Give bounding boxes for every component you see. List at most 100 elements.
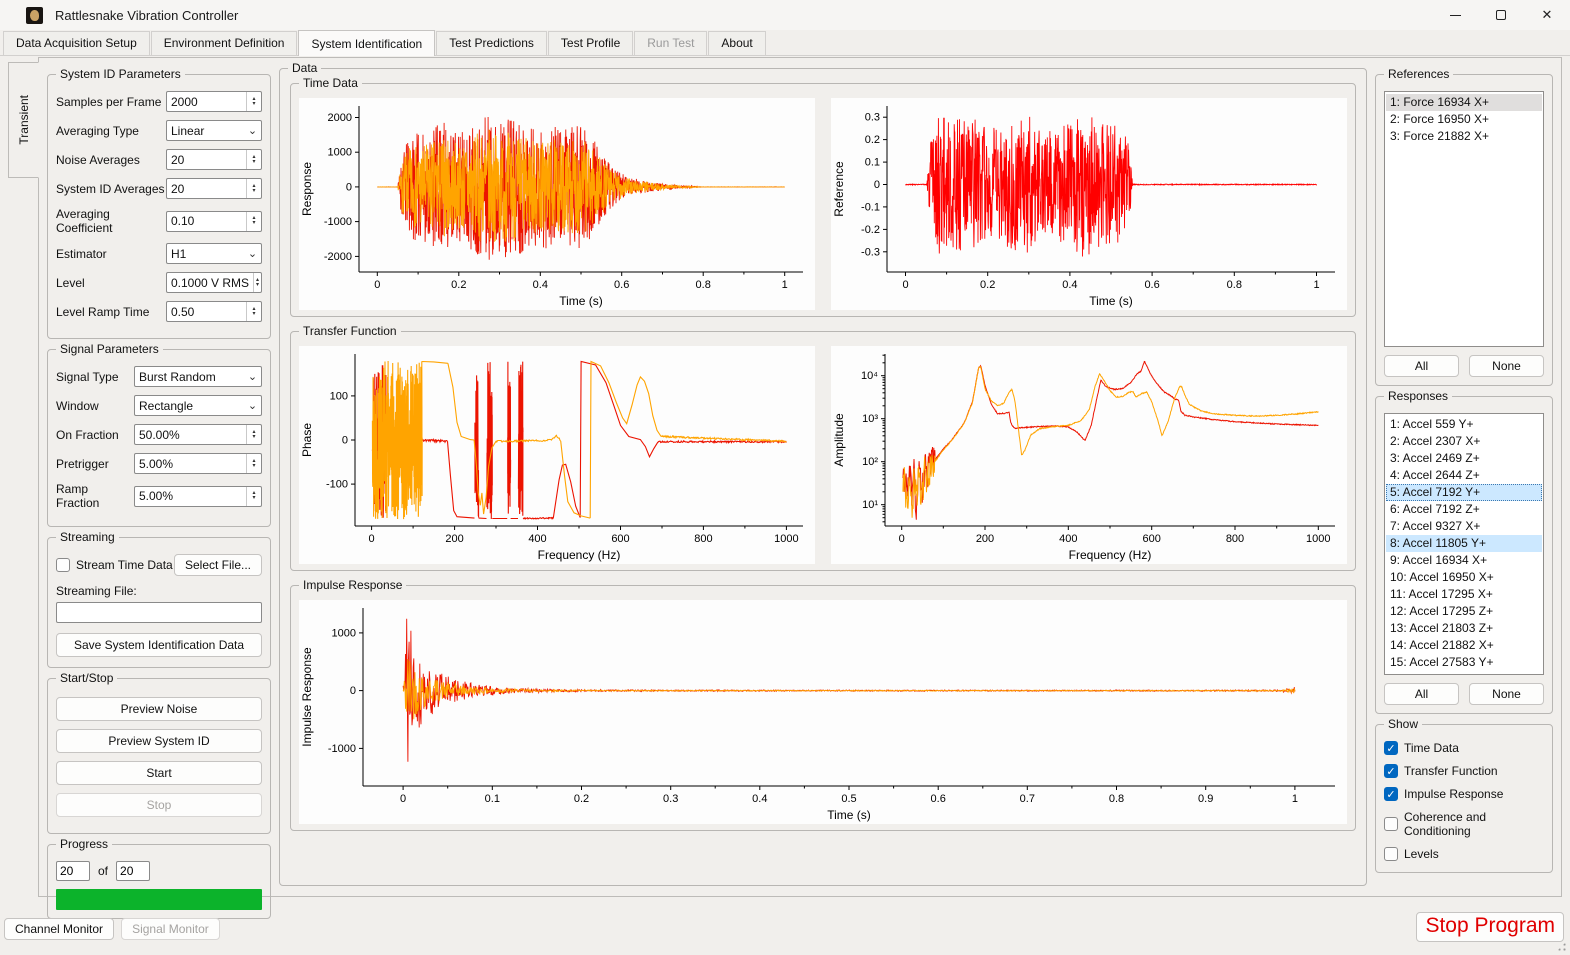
amplitude-chart: 0 200 400 600 800 1000 10¹ 10² 10³ 10⁴ Frequency (… <box>831 346 1347 564</box>
streaming-file-input[interactable] <box>56 602 262 623</box>
group-title: Progress <box>56 837 113 851</box>
response-item[interactable]: 5: Accel 7192 Y+ <box>1386 484 1542 501</box>
stop-program-button[interactable]: Stop Program <box>1416 912 1564 942</box>
spin-up-down-buttons[interactable]: ▴ ▾ <box>246 486 261 506</box>
on-fraction-spinbox[interactable]: 50.00% ▴ ▾ <box>134 424 262 445</box>
spin-up-down-buttons[interactable]: ▴ ▾ <box>246 92 261 111</box>
spin-up-down-buttons[interactable]: ▴ ▾ <box>246 454 261 473</box>
param-label: Averaging Coefficient <box>56 207 113 235</box>
checkbox-label: Levels <box>1404 847 1439 861</box>
svg-text:0: 0 <box>874 179 880 191</box>
responses-all-button[interactable]: All <box>1384 683 1459 705</box>
level-ramp-time-spinbox[interactable]: 0.50 ▴ ▾ <box>166 301 262 322</box>
level-spinbox[interactable]: 0.1000 V RMS ▴ ▾ <box>166 272 262 293</box>
progress-current-input[interactable] <box>56 861 90 881</box>
minimize-button[interactable] <box>1432 0 1478 30</box>
response-item[interactable]: 14: Accel 21882 X+ <box>1386 637 1542 654</box>
response-item[interactable]: 4: Accel 2644 Z+ <box>1386 467 1542 484</box>
channel-monitor-button[interactable]: Channel Monitor <box>4 918 115 940</box>
show-option-transfer-function[interactable]: ✓ Transfer Function <box>1384 764 1544 778</box>
response-item[interactable]: 9: Accel 16934 X+ <box>1386 552 1542 569</box>
field-value: Linear <box>171 123 205 138</box>
signal-monitor-button: Signal Monitor <box>121 918 220 940</box>
svg-text:Time (s): Time (s) <box>827 808 871 822</box>
progress-total-input[interactable] <box>116 861 151 881</box>
show-option-levels[interactable]: Levels <box>1384 847 1544 861</box>
averaging-type-combobox[interactable]: Linear ⌄ <box>166 120 262 141</box>
references-list[interactable]: 1: Force 16934 X+ 2: Force 16950 X+ 3: For… <box>1384 91 1544 347</box>
svg-text:0.7: 0.7 <box>1020 793 1035 805</box>
ramp-fraction-spinbox[interactable]: 5.00% ▴ ▾ <box>134 485 262 507</box>
estimator-combobox[interactable]: H1 ⌄ <box>166 243 262 264</box>
response-item[interactable]: 3: Accel 2469 Z+ <box>1386 450 1542 467</box>
response-item[interactable]: 15: Accel 27583 Y+ <box>1386 654 1542 671</box>
pretrigger-spinbox[interactable]: 5.00% ▴ ▾ <box>134 453 262 474</box>
stream-time-data-checkbox[interactable]: Stream Time Data <box>56 558 173 572</box>
response-item[interactable]: 8: Accel 11805 Y+ <box>1386 535 1542 552</box>
time-data-group: Time Data 0 0.2 0.4 0.6 0.8 1 -2000 -1000 0 1000 2… <box>290 76 1356 317</box>
response-item[interactable]: 11: Accel 17295 X+ <box>1386 586 1542 603</box>
response-item[interactable]: 12: Accel 17295 Z+ <box>1386 603 1542 620</box>
start-button[interactable]: Start <box>56 761 262 785</box>
show-option-time-data[interactable]: ✓ Time Data <box>1384 741 1544 755</box>
response-item[interactable]: 13: Accel 21803 Z+ <box>1386 620 1542 637</box>
maximize-button[interactable] <box>1478 0 1524 30</box>
spin-up-down-buttons[interactable]: ▴ ▾ <box>246 211 261 231</box>
references-all-button[interactable]: All <box>1384 355 1459 377</box>
reference-item[interactable]: 3: Force 21882 X+ <box>1386 128 1542 145</box>
close-button[interactable]: ✕ <box>1524 0 1570 30</box>
preview-system-id-button[interactable]: Preview System ID <box>56 729 262 753</box>
spin-up-down-buttons[interactable]: ▴ ▾ <box>253 273 261 292</box>
phase-chart: 0 200 400 600 800 1000 -100 0 100 Frequency (Hz) P… <box>299 346 815 564</box>
param-label: Samples per Frame <box>56 94 162 109</box>
spin-up-down-buttons[interactable]: ▴ ▾ <box>246 150 261 169</box>
system-id-averages-spinbox[interactable]: 20 ▴ ▾ <box>166 178 262 199</box>
svg-text:Impulse Response: Impulse Response <box>300 647 314 747</box>
param-label: Averaging Type <box>56 123 139 138</box>
signal-type-combobox[interactable]: Burst Random ⌄ <box>134 366 262 387</box>
svg-text:0: 0 <box>369 533 375 545</box>
svg-text:0.2: 0.2 <box>451 279 466 291</box>
svg-text:200: 200 <box>976 533 994 545</box>
response-item[interactable]: 7: Accel 9327 X+ <box>1386 518 1542 535</box>
samples-per-frame-spinbox[interactable]: 2000 ▴ ▾ <box>166 91 262 112</box>
group-title: Streaming <box>56 530 119 544</box>
spin-up-down-buttons[interactable]: ▴ ▾ <box>246 425 261 444</box>
reference-item[interactable]: 2: Force 16950 X+ <box>1386 111 1542 128</box>
response-item[interactable]: 6: Accel 7192 Z+ <box>1386 501 1542 518</box>
response-item[interactable]: 1: Accel 559 Y+ <box>1386 416 1542 433</box>
svg-text:-0.1: -0.1 <box>861 201 880 213</box>
param-label: Pretrigger <box>56 456 109 471</box>
svg-text:Frequency (Hz): Frequency (Hz) <box>538 548 621 562</box>
streaming-file-label: Streaming File: <box>56 584 137 598</box>
show-option-impulse-response[interactable]: ✓ Impulse Response <box>1384 787 1544 801</box>
responses-list[interactable]: 1: Accel 559 Y+ 2: Accel 2307 X+ 3: Accel … <box>1384 413 1544 675</box>
select-file-button[interactable]: Select File... <box>173 554 262 576</box>
show-option-coherence-and-conditioning[interactable]: Coherence and Conditioning <box>1384 810 1544 838</box>
window-combobox[interactable]: Rectangle ⌄ <box>134 395 262 416</box>
svg-text:10²: 10² <box>862 456 878 468</box>
tab-system-identification[interactable]: System Identification <box>298 30 436 56</box>
save-system-identification-data-button[interactable]: Save System Identification Data <box>56 633 262 657</box>
averaging-coefficient-spinbox[interactable]: 0.10 ▴ ▾ <box>166 210 262 232</box>
group-title: Data <box>288 61 322 75</box>
window-title: Rattlesnake Vibration Controller <box>55 7 239 23</box>
spin-up-down-buttons[interactable]: ▴ ▾ <box>246 302 261 321</box>
preview-noise-button[interactable]: Preview Noise <box>56 697 262 721</box>
spin-up-down-buttons[interactable]: ▴ ▾ <box>246 179 261 198</box>
tab-test-predictions[interactable]: Test Predictions <box>436 31 547 55</box>
response-item[interactable]: 10: Accel 16950 X+ <box>1386 569 1542 586</box>
response-item[interactable]: 2: Accel 2307 X+ <box>1386 433 1542 450</box>
system-identification-page: System ID Parameters Samples per Frame 20… <box>38 57 1562 919</box>
responses-none-button[interactable]: None <box>1469 683 1544 705</box>
references-none-button[interactable]: None <box>1469 355 1544 377</box>
noise-averages-spinbox[interactable]: 20 ▴ ▾ <box>166 149 262 170</box>
tab-test-profile[interactable]: Test Profile <box>547 31 634 55</box>
svg-text:0.4: 0.4 <box>1062 279 1077 291</box>
tab-about[interactable]: About <box>708 31 766 55</box>
tab-data-acquisition-setup[interactable]: Data Acquisition Setup <box>3 31 150 55</box>
tab-environment-definition[interactable]: Environment Definition <box>150 31 298 55</box>
tab-transient[interactable]: Transient <box>8 62 39 178</box>
reference-item[interactable]: 1: Force 16934 X+ <box>1386 94 1542 111</box>
checkbox-icon <box>1384 847 1398 861</box>
